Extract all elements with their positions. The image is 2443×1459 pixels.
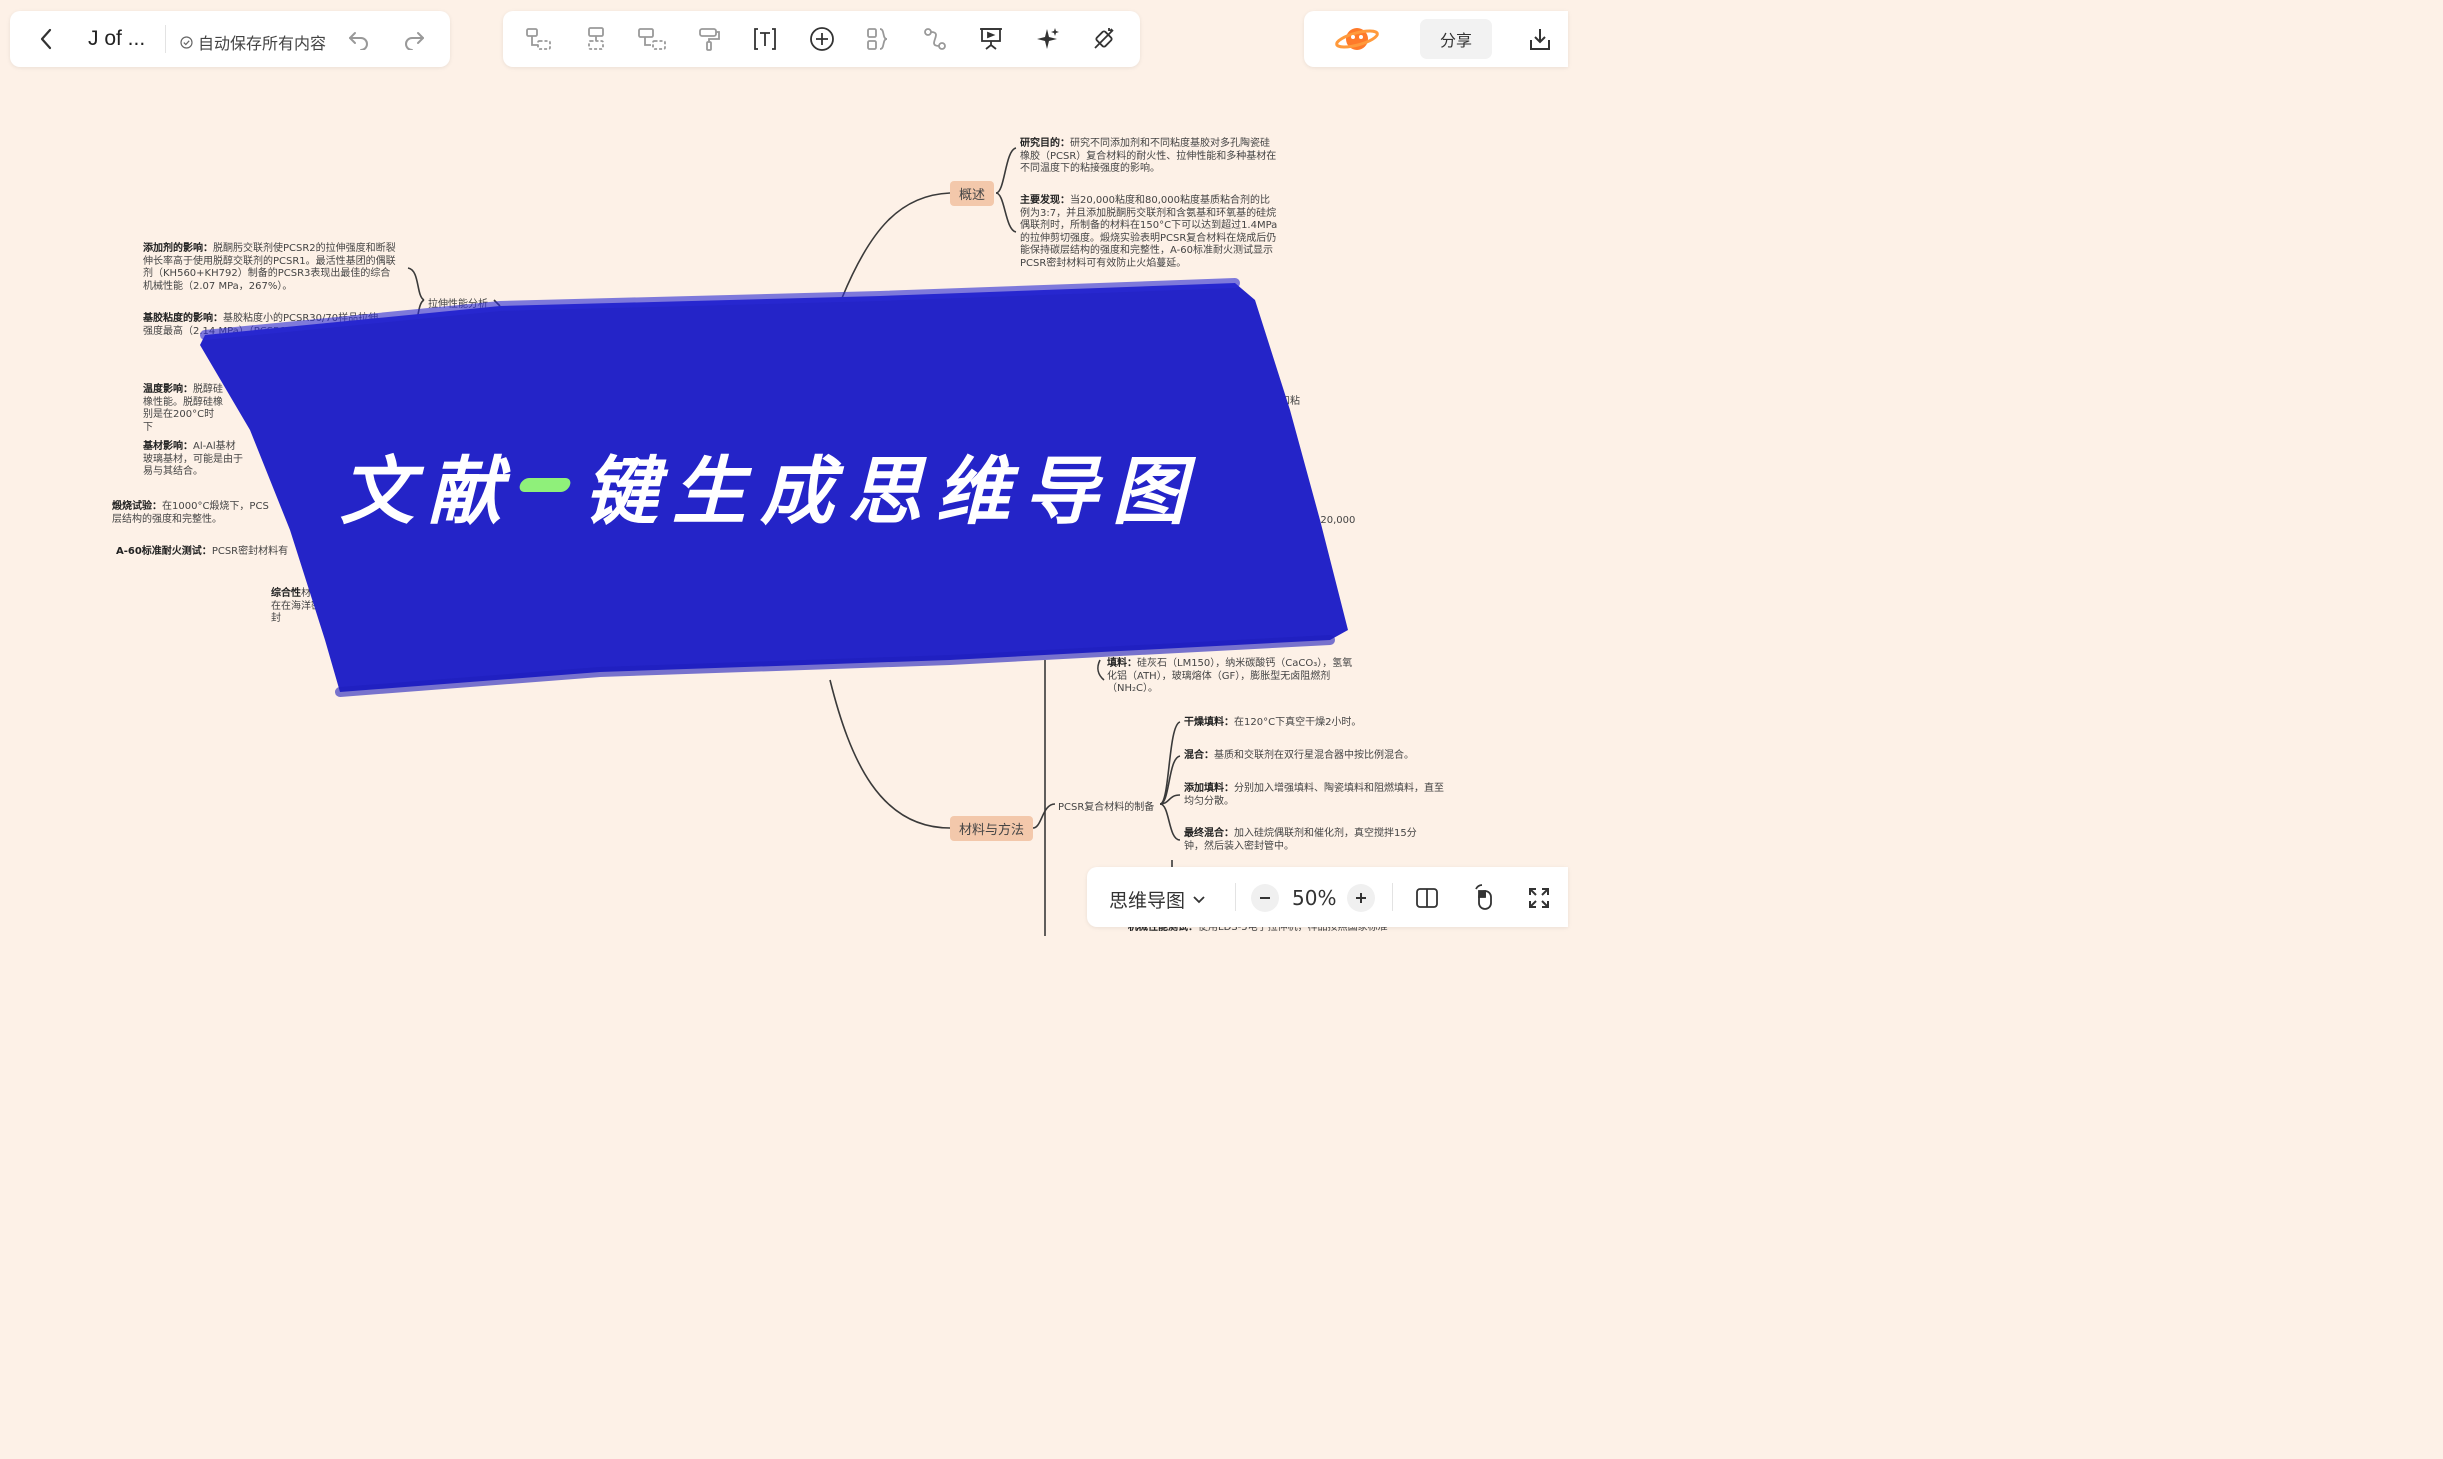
note-label: 主要发现： (1020, 195, 1070, 206)
note-text: PCSR密封材料有 (211, 546, 289, 557)
bottom-toolbar: 思维导图 50% (1087, 867, 1568, 927)
header-left-panel: J of ... 自动保存所有内容 (10, 11, 450, 67)
redo-icon[interactable] (401, 27, 427, 53)
zoom-level: 50% (1292, 886, 1337, 910)
note-label: 干燥填料： (1184, 717, 1234, 728)
note-text: 基质和交联剂在双行星混合器中按比例混合。 (1214, 750, 1414, 761)
note-text: 在120°C下真空干燥2小时。 (1234, 717, 1362, 728)
note-mixing[interactable]: 混合：基质和交联剂在双行星混合器中按比例混合。 (1184, 750, 1454, 763)
document-title[interactable]: J of ... (88, 27, 145, 51)
undo-icon[interactable] (346, 27, 372, 53)
note-comprehensive[interactable]: 综合性材料在在海洋密封 (271, 588, 321, 626)
note-add-fillers[interactable]: 添加填料：分别加入增强填料、陶瓷填料和阻燃填料，直至均匀分散。 (1184, 783, 1444, 808)
note-fragment: 0、20,000 (1304, 515, 1356, 526)
note-label: 添加剂的影响： (143, 243, 213, 254)
insert-icon[interactable] (806, 25, 838, 53)
note-label: 混合： (1184, 750, 1214, 761)
planet-logo-icon[interactable] (1334, 23, 1380, 55)
check-circle-icon (180, 35, 193, 49)
node-overview[interactable]: 概述 (950, 181, 995, 206)
note-label: A-60标准耐火测试： (116, 546, 212, 557)
note-label: 基材影响： (143, 441, 193, 452)
note-substrate-effect[interactable]: 基材影响：Al-Al基材玻璃基材，可能是由于易与其结合。 (143, 441, 243, 479)
autosave-status: 自动保存所有内容 (180, 30, 326, 54)
zoom-out-icon[interactable] (1251, 884, 1279, 912)
divider (165, 25, 166, 53)
add-child-icon[interactable] (523, 25, 555, 53)
chevron-down-icon (1193, 895, 1205, 903)
note-text: 当20,000粘度和80,000粘度基质粘合剂的比例为3:7，并且添加脱酮肟交联… (1020, 195, 1278, 269)
note-additive-effect[interactable]: 添加剂的影响：脱酮肟交联剂使PCSR2的拉伸强度和断裂伸长率高于使用脱醇交联剂的… (143, 243, 399, 293)
download-icon[interactable] (1526, 25, 1554, 53)
note-temperature-effect[interactable]: 温度影响：脱醇硅橡性能。脱醇硅橡别是在200°C时下 (143, 384, 223, 434)
note-label: 研究目的： (1020, 138, 1070, 149)
share-button[interactable]: 分享 (1420, 19, 1492, 59)
note-label: 基胶粘度的影响： (143, 313, 223, 324)
view-mode-label: 思维导图 (1109, 890, 1186, 912)
fullscreen-icon[interactable] (1525, 884, 1553, 912)
note-label: 填料： (1107, 658, 1137, 669)
view-mode-select[interactable]: 思维导图 (1109, 886, 1205, 913)
autosave-text: 自动保存所有内容 (198, 34, 327, 53)
note-label: 最终混合： (1184, 828, 1234, 839)
note-label: 综合性 (271, 588, 301, 599)
branch-tensile[interactable]: 拉伸性能分析 (428, 295, 488, 310)
header-right-panel: 分享 (1304, 11, 1568, 67)
format-painter-icon[interactable] (693, 25, 725, 53)
note-final-mixing[interactable]: 最终混合：加入硅烷偶联剂和催化剂，真空搅拌15分钟，然后装入密封管中。 (1184, 828, 1429, 853)
mouse-icon[interactable] (1470, 882, 1498, 912)
note-fillers[interactable]: 填料：硅灰石（LM150），纳米碳酸钙（CaCO₃），氢氧化铝（ATH），玻璃熔… (1107, 658, 1357, 696)
note-dry-fillers[interactable]: 干燥填料：在120°C下真空干燥2小时。 (1184, 717, 1454, 730)
add-parent-icon[interactable] (636, 25, 668, 53)
divider (1392, 883, 1393, 911)
branch-prep[interactable]: PCSR复合材料的制备 (1058, 798, 1154, 813)
note-viscosity-effect[interactable]: 基胶粘度的影响：基胶粘度小的PCSR30/70样品拉伸强度最高（2.14 MPa… (143, 313, 383, 338)
relation-icon[interactable] (919, 25, 951, 53)
split-view-icon[interactable] (1413, 884, 1441, 912)
note-calcination-test[interactable]: 煅烧试验：在1000°C煅烧下，PCS层结构的强度和完整性。 (112, 501, 272, 526)
back-icon[interactable] (34, 25, 58, 53)
text-icon[interactable] (749, 25, 781, 53)
magic-tool-icon[interactable] (1088, 25, 1120, 53)
note-label: 煅烧试验： (112, 501, 162, 512)
zoom-in-icon[interactable] (1347, 884, 1375, 912)
node-methods[interactable]: 材料与方法 (950, 816, 1034, 841)
presentation-icon[interactable] (975, 25, 1007, 53)
note-main-findings[interactable]: 主要发现：当20,000粘度和80,000粘度基质粘合剂的比例为3:7，并且添加… (1020, 195, 1278, 270)
note-text: 硅灰石（LM150），纳米碳酸钙（CaCO₃），氢氧化铝（ATH），玻璃熔体（G… (1107, 658, 1353, 694)
divider (1235, 883, 1236, 911)
mindmap-canvas[interactable]: 概述 材料与方法 拉伸性能分析 PCSR复合材料的制备 研究目的：研究不同添加剂… (0, 0, 1568, 936)
note-fragment: 能和粘 (1270, 396, 1300, 407)
note-label: 添加填料： (1184, 783, 1234, 794)
note-research-purpose[interactable]: 研究目的：研究不同添加剂和不同粘度基胶对多孔陶瓷硅橡胶（PCSR）复合材料的耐火… (1020, 138, 1278, 176)
summary-icon[interactable] (862, 25, 894, 53)
ai-sparkle-icon[interactable] (1032, 25, 1064, 53)
note-a60-test[interactable]: A-60标准耐火测试：PCSR密封材料有 (116, 546, 316, 559)
note-label: 温度影响： (143, 384, 193, 395)
toolbar (503, 11, 1140, 67)
add-sibling-icon[interactable] (580, 25, 612, 53)
